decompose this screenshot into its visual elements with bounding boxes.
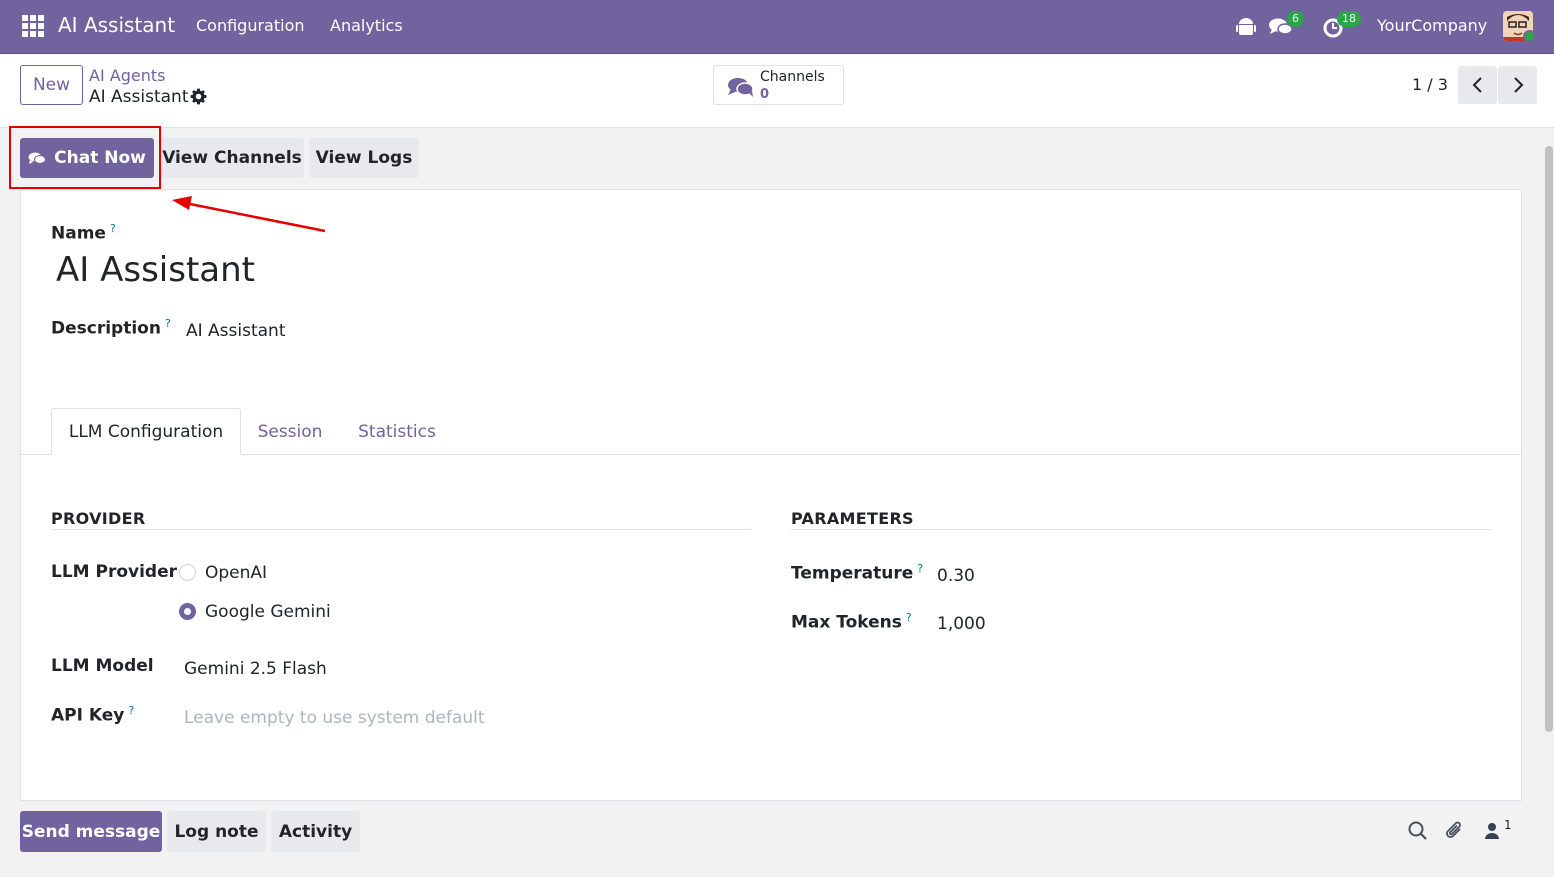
- apps-grid-icon[interactable]: [22, 15, 44, 37]
- tab-session[interactable]: Session: [258, 408, 323, 455]
- top-navbar: AI Assistant Configuration Analytics 6 1…: [0, 0, 1554, 54]
- page-scrollbar[interactable]: [1545, 146, 1553, 732]
- gear-icon[interactable]: [190, 88, 207, 105]
- llm-model-field[interactable]: Gemini 2.5 Flash: [184, 659, 327, 679]
- tab-llm-configuration[interactable]: LLM Configuration: [51, 408, 241, 455]
- llm-provider-label: LLM Provider: [51, 562, 178, 582]
- llm-model-label: LLM Model: [51, 656, 154, 676]
- api-key-help-icon[interactable]: ?: [128, 704, 134, 717]
- followers-count: 1: [1504, 818, 1512, 832]
- control-panel: New AI Agents AI Assistant Channels 0 1 …: [0, 55, 1554, 128]
- activity-button[interactable]: Activity: [271, 811, 360, 852]
- search-icon[interactable]: [1407, 820, 1429, 842]
- messages-badge: 6: [1287, 11, 1304, 27]
- tab-statistics[interactable]: Statistics: [358, 408, 436, 455]
- channels-smart-button[interactable]: Channels 0: [713, 65, 844, 105]
- channels-label: Channels: [760, 69, 825, 85]
- description-field[interactable]: AI Assistant: [186, 321, 286, 341]
- api-key-label: API Key?: [51, 704, 135, 726]
- breadcrumb-current: AI Assistant: [89, 87, 189, 107]
- tabs-divider: [21, 454, 1521, 455]
- android-icon[interactable]: [1233, 14, 1259, 40]
- api-key-input[interactable]: Leave empty to use system default: [184, 708, 485, 728]
- google-gemini-radio[interactable]: [179, 603, 196, 620]
- app-title[interactable]: AI Assistant: [58, 13, 175, 37]
- form-sheet: Name? AI Assistant Description? AI Assis…: [20, 189, 1522, 801]
- provider-section-title: PROVIDER: [51, 509, 146, 528]
- view-channels-button[interactable]: View Channels: [160, 138, 304, 178]
- followers-icon[interactable]: [1482, 820, 1504, 842]
- google-gemini-option-label[interactable]: Google Gemini: [205, 602, 331, 622]
- pager-next-button[interactable]: [1498, 66, 1537, 104]
- pager-value[interactable]: 1 / 3: [1412, 75, 1448, 94]
- annotation-arrow: [172, 196, 326, 233]
- description-help-icon[interactable]: ?: [165, 317, 171, 330]
- view-logs-button[interactable]: View Logs: [309, 138, 419, 178]
- new-button[interactable]: New: [20, 65, 83, 105]
- online-status-dot: [1523, 30, 1536, 43]
- breadcrumb-ai-agents[interactable]: AI Agents: [89, 66, 165, 85]
- company-switcher[interactable]: YourCompany: [1377, 16, 1487, 35]
- openai-option-label[interactable]: OpenAI: [205, 563, 267, 583]
- menu-configuration[interactable]: Configuration: [196, 16, 305, 35]
- name-label: Name?: [51, 222, 116, 244]
- activities-badge: 18: [1337, 11, 1361, 27]
- max-tokens-help-icon[interactable]: ?: [906, 611, 912, 624]
- chat-now-button[interactable]: Chat Now: [20, 138, 154, 178]
- paperclip-icon[interactable]: [1444, 820, 1466, 842]
- provider-section-divider: [51, 529, 751, 530]
- temperature-label: Temperature?: [791, 562, 924, 584]
- temperature-help-icon[interactable]: ?: [917, 562, 923, 575]
- openai-radio[interactable]: [179, 564, 196, 581]
- max-tokens-label: Max Tokens?: [791, 611, 912, 633]
- channels-count: 0: [760, 87, 770, 102]
- max-tokens-field[interactable]: 1,000: [937, 614, 986, 634]
- parameters-section-title: PARAMETERS: [791, 509, 914, 528]
- temperature-field[interactable]: 0.30: [937, 566, 975, 586]
- pager-previous-button[interactable]: [1458, 66, 1497, 104]
- chevron-left-icon: [1472, 77, 1482, 93]
- chevron-right-icon: [1513, 77, 1523, 93]
- menu-analytics[interactable]: Analytics: [330, 16, 403, 35]
- name-help-icon[interactable]: ?: [110, 222, 116, 235]
- record-name-field[interactable]: AI Assistant: [56, 250, 255, 290]
- description-label: Description?: [51, 317, 171, 339]
- log-note-button[interactable]: Log note: [167, 811, 266, 852]
- send-message-button[interactable]: Send message: [20, 811, 162, 852]
- parameters-section-divider: [791, 529, 1491, 530]
- chat-now-label: Chat Now: [54, 148, 146, 168]
- comments-icon: [28, 152, 47, 164]
- comments-icon: [728, 78, 754, 97]
